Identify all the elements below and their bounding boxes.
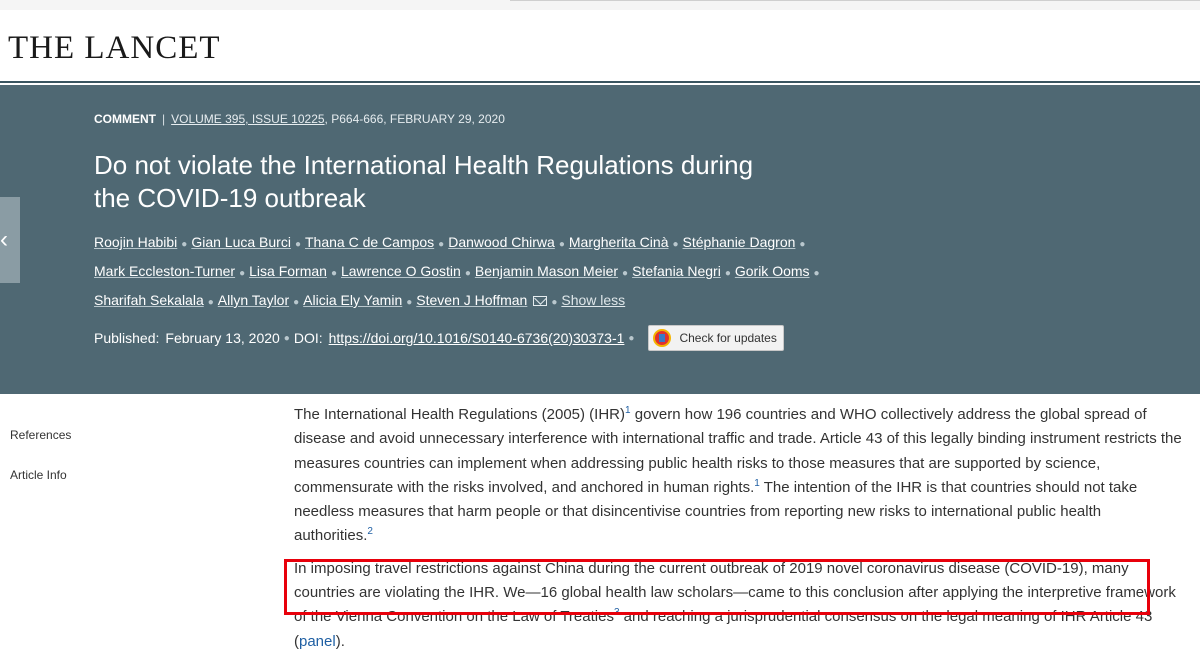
author-link[interactable]: Alicia Ely Yamin (303, 292, 402, 308)
author-link[interactable]: Gorik Ooms (735, 263, 810, 279)
sidebar-toggle[interactable]: ‹ (0, 197, 20, 283)
author-link[interactable]: Stéphanie Dagron (683, 234, 796, 250)
published-label: Published: (94, 330, 160, 346)
author-link[interactable]: Lawrence O Gostin (341, 263, 461, 279)
article-title: Do not violate the International Health … (94, 149, 834, 215)
author-link[interactable]: Lisa Forman (249, 263, 327, 279)
chevron-left-icon: ‹ (0, 226, 8, 253)
article-body: The International Health Regulations (20… (294, 403, 1184, 662)
reference-link[interactable]: 2 (367, 526, 373, 537)
author-link[interactable]: Gian Luca Burci (191, 234, 291, 250)
doi-label: DOI: (293, 330, 323, 346)
lancet-logo[interactable]: THE LANCET (8, 30, 221, 67)
author-link[interactable]: Roojin Habibi (94, 234, 177, 250)
author-link[interactable]: Danwood Chirwa (448, 234, 555, 250)
author-link[interactable]: Stefania Negri (632, 263, 721, 279)
check-for-updates-button[interactable]: Check for updates (648, 325, 784, 351)
envelope-icon[interactable] (533, 296, 548, 307)
show-less-link[interactable]: Show less (561, 292, 625, 308)
author-link[interactable]: Steven J Hoffman (416, 292, 527, 308)
author-list: Roojin Habibi ● Gian Luca Burci ● Thana C de… (94, 234, 820, 308)
author-link[interactable]: Benjamin Mason Meier (475, 263, 618, 279)
volume-issue-link[interactable]: VOLUME 395, ISSUE 10225 (171, 112, 324, 126)
search-bar-edge[interactable] (510, 0, 1200, 1)
paragraph-1: The International Health Regulations (20… (294, 405, 1182, 545)
article-type: COMMENT (94, 112, 156, 126)
article-header: ‹ COMMENT | VOLUME 395, ISSUE 10225, P664-… (0, 85, 1200, 394)
author-link[interactable]: Mark Eccleston-Turner (94, 263, 235, 279)
nav-item-article-info[interactable]: Article Info (10, 468, 71, 482)
masthead: THE LANCET (0, 10, 1200, 82)
doi-link[interactable]: https://doi.org/10.1016/S0140-6736(20)30… (329, 330, 625, 346)
author-link[interactable]: Sharifah Sekalala (94, 292, 204, 308)
article-side-nav: References Article Info (10, 428, 71, 508)
article-meta: COMMENT | VOLUME 395, ISSUE 10225, P664-66… (94, 112, 505, 126)
pages-date: , P664-666, FEBRUARY 29, 2020 (324, 112, 505, 126)
published-date: February 13, 2020 (165, 330, 280, 346)
masthead-divider (0, 81, 1200, 83)
panel-link[interactable]: panel (299, 633, 336, 650)
author-link[interactable]: Thana C de Campos (305, 234, 434, 250)
annotation-highlight-box (284, 559, 1150, 615)
meta-separator: | (162, 112, 166, 126)
crossmark-icon (653, 329, 672, 347)
author-link[interactable]: Margherita Cinà (569, 234, 669, 250)
publication-info: Published: February 13, 2020 ● DOI: http… (94, 325, 784, 351)
check-for-updates-label: Check for updates (679, 331, 777, 345)
author-link[interactable]: Allyn Taylor (218, 292, 289, 308)
top-bar (0, 0, 1200, 10)
nav-item-references[interactable]: References (10, 428, 71, 442)
title-line-1: Do not violate the International Health … (94, 150, 754, 180)
title-line-2: the COVID-19 outbreak (94, 183, 366, 213)
